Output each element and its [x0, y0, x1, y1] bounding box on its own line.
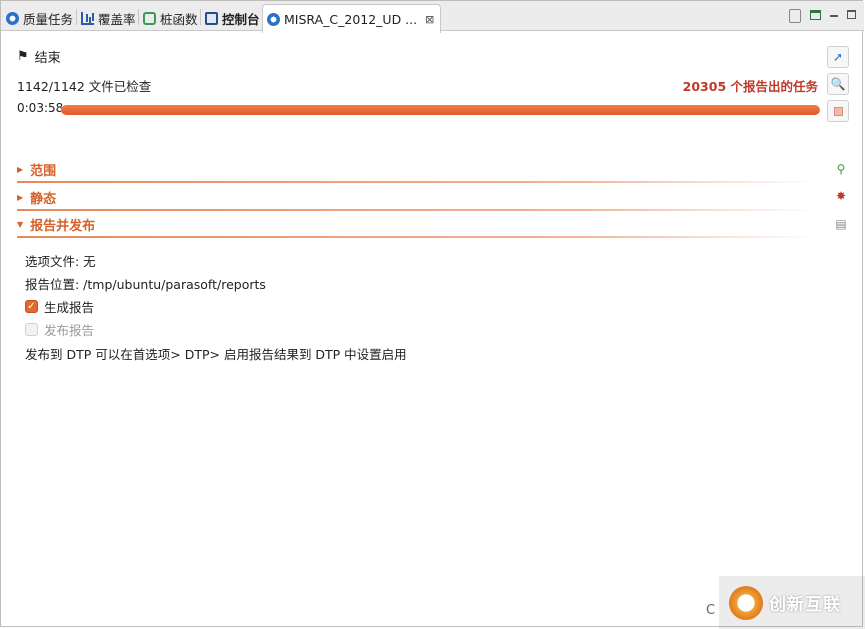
- tab-label: 控制台: [222, 11, 260, 27]
- stub-icon: [143, 11, 156, 25]
- generate-report-checkbox[interactable]: ✓: [25, 300, 38, 313]
- section-label: 范围: [30, 163, 57, 179]
- console-icon: [205, 11, 218, 25]
- section-static[interactable]: ▶ 静态: [17, 187, 829, 207]
- tab-divider: [76, 9, 77, 25]
- options-file: 选项文件: 无: [25, 254, 96, 269]
- view-controls: [789, 8, 856, 23]
- section-label: 报告并发布: [30, 218, 96, 234]
- static-analysis-icon[interactable]: ✸: [834, 189, 848, 203]
- section-divider: [17, 181, 817, 183]
- finish-flag-icon: ⚑: [17, 49, 29, 64]
- search-icon: 🔍: [830, 77, 846, 91]
- tab-label: 质量任务: [23, 11, 74, 27]
- section-divider: [17, 236, 817, 238]
- tab-console[interactable]: 控制台: [205, 5, 260, 31]
- test-progress-window: 质量任务 覆盖率 桩函数 控制台 MISRA_C_2012_UD ... ⊠ ⚑…: [0, 0, 864, 627]
- quality-tasks-icon: [6, 11, 19, 25]
- status-row: ⚑ 结束: [17, 47, 61, 66]
- section-scope[interactable]: ▶ 范围: [17, 159, 829, 179]
- maximize-icon[interactable]: [847, 10, 856, 19]
- publish-report-label: 发布报告: [44, 323, 95, 338]
- minimize-icon[interactable]: [830, 8, 838, 17]
- files-checked: 1142/1142 文件已检查: [17, 79, 152, 94]
- watermark-text: 创新互联: [769, 595, 841, 615]
- generate-report-option[interactable]: ✓ 生成报告: [25, 297, 94, 316]
- tab-label: 桩函数: [160, 11, 198, 27]
- publish-report-option: 发布报告: [25, 320, 94, 339]
- progress-bar: [61, 105, 820, 115]
- section-label: 静态: [30, 191, 57, 207]
- close-tab-icon[interactable]: ⊠: [425, 13, 434, 26]
- clipboard-icon[interactable]: [789, 9, 801, 23]
- view-tab-bar: 质量任务 覆盖率 桩函数 控制台 MISRA_C_2012_UD ... ⊠: [1, 1, 864, 33]
- generate-report-label: 生成报告: [44, 300, 95, 315]
- chevron-right-icon: ▶: [17, 192, 24, 202]
- report-location: 报告位置: /tmp/ubuntu/parasoft/reports: [25, 277, 266, 292]
- watermark-logo-icon: [729, 585, 763, 620]
- tab-label: MISRA_C_2012_UD ...: [284, 11, 418, 27]
- cursor-arrow-icon: ➚: [832, 50, 844, 64]
- section-report-publish[interactable]: ▼ 报告并发布: [17, 214, 829, 234]
- coverage-icon: [81, 11, 94, 25]
- tab-stubs[interactable]: 桩函数: [143, 5, 198, 31]
- chevron-down-icon: ▼: [17, 219, 24, 229]
- watermark: 创新互联: [719, 576, 865, 629]
- footer-text: C: [706, 603, 716, 618]
- scope-icon[interactable]: ⚲: [834, 162, 848, 176]
- search-report-button[interactable]: 🔍: [827, 73, 849, 95]
- publish-report-checkbox: [25, 323, 38, 336]
- progress-fill: [61, 105, 820, 115]
- section-divider: [17, 209, 817, 211]
- status-text: 结束: [34, 51, 61, 66]
- tab-coverage[interactable]: 覆盖率: [81, 5, 136, 31]
- report-clipboard-icon[interactable]: ▤: [834, 217, 848, 231]
- tab-quality-tasks[interactable]: 质量任务: [6, 5, 73, 31]
- tab-divider: [200, 9, 201, 25]
- run-config-button[interactable]: ➚: [827, 46, 849, 68]
- tab-divider: [138, 9, 139, 25]
- stop-button[interactable]: [827, 100, 849, 122]
- dtp-note: 发布到 DTP 可以在首选项> DTP> 启用报告结果到 DTP 中设置启用: [25, 347, 407, 362]
- tab-label: 覆盖率: [98, 11, 136, 27]
- view-menu-icon[interactable]: [810, 10, 821, 20]
- tab-misra-c-2012[interactable]: MISRA_C_2012_UD ... ⊠: [262, 4, 442, 33]
- elapsed-time: 0:03:58: [17, 101, 64, 115]
- report-task-count[interactable]: 20305 个报告出的任务: [683, 76, 818, 95]
- misra-icon: [267, 12, 280, 26]
- chevron-right-icon: ▶: [17, 164, 24, 174]
- stop-icon: [833, 106, 843, 116]
